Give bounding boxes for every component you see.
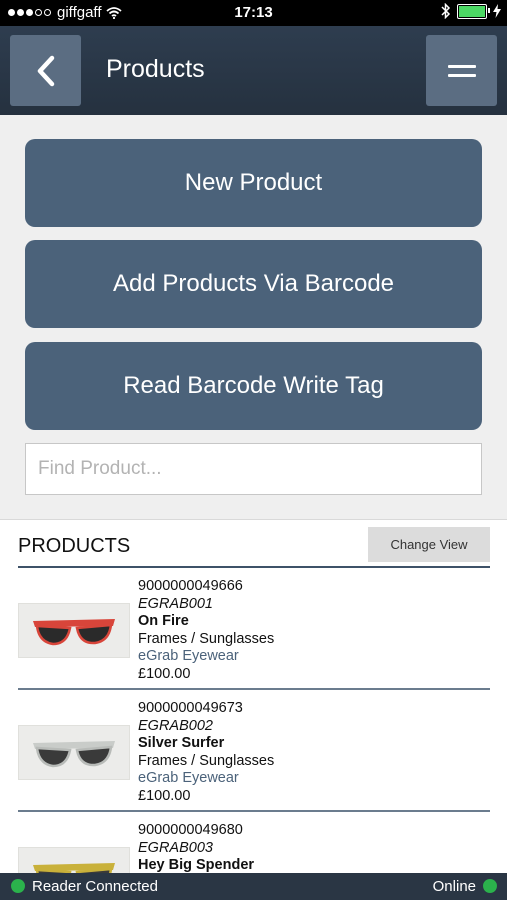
bluetooth-icon: [441, 3, 451, 19]
back-button[interactable]: [10, 35, 81, 106]
product-row[interactable]: 9000000049666 EGRAB001 On Fire Frames / …: [18, 568, 490, 690]
sunglasses-icon: [33, 863, 115, 874]
app-header: Products: [0, 26, 507, 115]
online-status-indicator-icon: [483, 879, 497, 893]
status-bar: giffgaff 17:13: [0, 0, 507, 26]
charging-icon: [493, 4, 501, 18]
battery-icon: [457, 3, 490, 19]
read-barcode-write-tag-button[interactable]: Read Barcode Write Tag: [25, 342, 482, 430]
menu-button[interactable]: [426, 35, 497, 106]
find-product-input[interactable]: [25, 443, 482, 495]
product-price: £100.00: [138, 787, 191, 804]
product-category: Frames / Sunglasses: [138, 630, 275, 647]
product-row[interactable]: 9000000049680 EGRAB003 Hey Big Spender: [18, 812, 490, 874]
product-name: On Fire: [138, 613, 189, 629]
product-barcode: 9000000049680: [138, 822, 243, 838]
clock: 17:13: [234, 4, 273, 21]
footer-status-bar: Reader Connected Online: [0, 873, 507, 900]
hamburger-menu-icon: [447, 59, 476, 83]
product-sku: EGRAB003: [138, 839, 213, 856]
reader-status-text: Reader Connected: [32, 878, 158, 895]
action-area: New Product Add Products Via Barcode Rea…: [0, 115, 507, 519]
online-status-text: Online: [432, 878, 476, 895]
product-category: Frames / Sunglasses: [138, 752, 275, 769]
status-right: [441, 3, 501, 19]
product-brand: eGrab Eyewear: [138, 648, 239, 664]
product-row[interactable]: 9000000049673 EGRAB002 Silver Surfer Fra…: [18, 690, 490, 812]
change-view-button[interactable]: Change View: [368, 527, 490, 562]
product-thumbnail: [18, 847, 130, 874]
product-price: £100.00: [138, 665, 191, 682]
sunglasses-icon: [33, 741, 115, 768]
sunglasses-icon: [33, 619, 115, 646]
product-barcode: 9000000049666: [138, 578, 243, 594]
products-section: PRODUCTS Change View 9000000049666 EGRAB…: [0, 519, 507, 874]
product-barcode: 9000000049673: [138, 700, 243, 716]
product-sku: EGRAB001: [138, 595, 213, 612]
products-heading: PRODUCTS: [18, 535, 131, 557]
product-sku: EGRAB002: [138, 717, 213, 734]
product-name: Silver Surfer: [138, 735, 225, 751]
product-name: Hey Big Spender: [138, 857, 255, 873]
chevron-left-icon: [37, 55, 54, 86]
add-products-via-barcode-button[interactable]: Add Products Via Barcode: [25, 240, 482, 328]
product-thumbnail: [18, 725, 130, 780]
product-brand: eGrab Eyewear: [138, 770, 239, 786]
reader-status-indicator-icon: [11, 879, 25, 893]
page-title: Products: [106, 55, 205, 83]
product-thumbnail: [18, 603, 130, 658]
new-product-button[interactable]: New Product: [25, 139, 482, 227]
product-list: 9000000049666 EGRAB001 On Fire Frames / …: [18, 568, 490, 874]
